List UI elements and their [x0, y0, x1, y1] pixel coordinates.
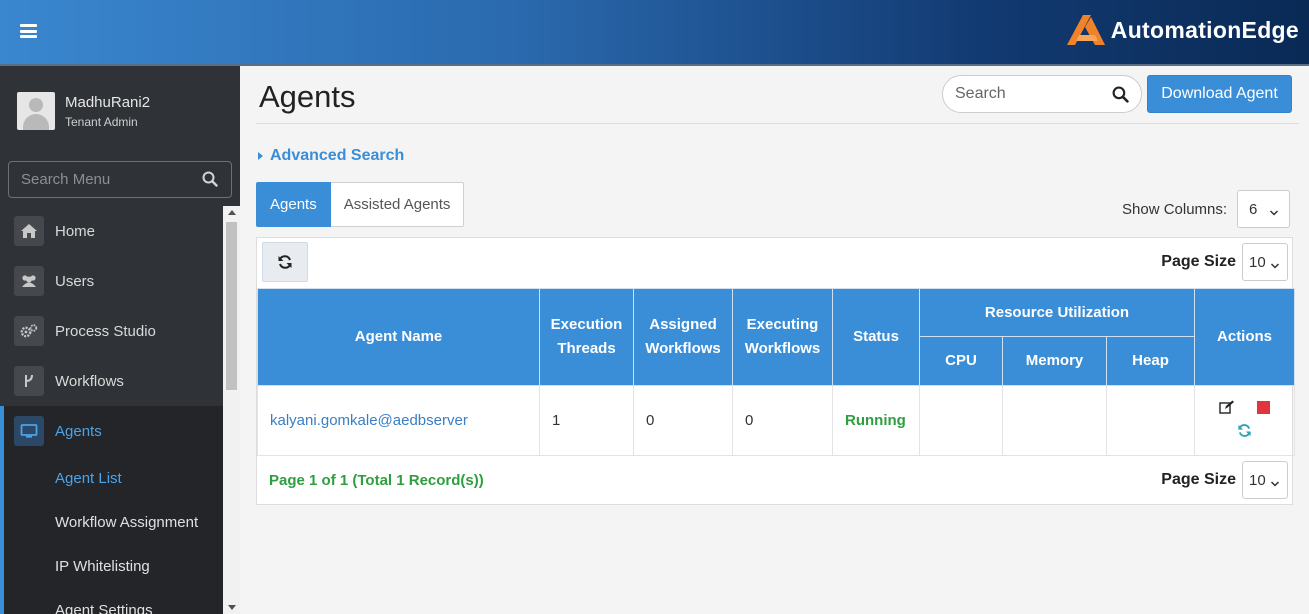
home-icon — [14, 216, 44, 246]
status-badge: Running — [832, 385, 920, 456]
sidebar-item-home[interactable]: Home — [0, 206, 223, 256]
cell-memory — [1002, 385, 1107, 456]
advanced-search-label: Advanced Search — [270, 147, 405, 164]
col-header-status[interactable]: Status — [832, 288, 920, 386]
col-header-executing-workflows[interactable]: Executing Workflows — [732, 288, 833, 386]
sidebar-item-users[interactable]: Users — [0, 256, 223, 306]
col-header-resource-utilization: Resource Utilization — [918, 288, 1196, 337]
brand-name: AutomationEdge — [1110, 16, 1299, 43]
caret-right-icon — [258, 152, 263, 160]
agents-table-panel: Page Size 10 Agent Name Execution Thread… — [256, 237, 1296, 505]
sidebar-item-label: Users — [55, 272, 95, 290]
page-size-label: Page Size — [1161, 253, 1236, 270]
page-size-select[interactable]: 10 — [1242, 461, 1288, 499]
col-header-agent-name[interactable]: Agent Name — [257, 288, 540, 386]
scroll-up-arrow-icon[interactable] — [228, 210, 236, 215]
agent-search — [942, 75, 1142, 113]
page-size-select[interactable]: 10 — [1242, 243, 1288, 281]
stop-icon[interactable] — [1257, 400, 1271, 418]
agent-tabs: Agents Assisted Agents — [256, 182, 465, 227]
menu-search — [8, 161, 232, 198]
user-role: Tenant Admin — [65, 114, 138, 129]
menu-search-input[interactable] — [9, 171, 194, 188]
sidebar-menu: Home Users Process Studio Workflows Agen… — [0, 206, 223, 614]
page-title: Agents — [259, 79, 356, 114]
tab-assisted-agents[interactable]: Assisted Agents — [330, 182, 465, 227]
edit-icon[interactable] — [1219, 400, 1235, 419]
show-columns-label: Show Columns: — [1122, 200, 1228, 218]
page-size-bottom: Page Size 10 — [1161, 461, 1288, 499]
submenu-item-ip-whitelisting[interactable]: IP Whitelisting — [4, 544, 223, 588]
user-panel: MadhuRani2 Tenant Admin — [17, 92, 150, 130]
cell-heap — [1105, 385, 1196, 456]
gears-icon — [14, 316, 44, 346]
cell-executing-workflows: 0 — [732, 385, 833, 456]
cell-execution-threads: 1 — [539, 385, 634, 456]
agent-name-link[interactable]: kalyani.gomkale@aedbserver — [257, 385, 540, 456]
title-divider — [256, 123, 1299, 124]
sidebar: MadhuRani2 Tenant Admin Home Users Proce… — [0, 66, 240, 614]
page-size-label: Page Size — [1161, 471, 1236, 488]
search-icon[interactable] — [1112, 86, 1129, 108]
submenu-item-workflow-assignment[interactable]: Workflow Assignment — [4, 500, 223, 544]
chevron-down-icon — [1269, 204, 1279, 221]
scrollbar-thumb[interactable] — [226, 222, 237, 390]
download-agent-button[interactable]: Download Agent — [1147, 75, 1292, 113]
show-columns-select[interactable]: 6 — [1237, 190, 1291, 228]
search-icon[interactable] — [202, 171, 218, 192]
col-header-execution-threads[interactable]: Execution Threads — [539, 288, 634, 386]
cell-actions — [1194, 385, 1296, 456]
monitor-icon — [14, 416, 44, 446]
sidebar-item-label: Home — [55, 222, 96, 240]
agents-table: Agent Name Execution Threads Assigned Wo… — [257, 288, 1296, 456]
refresh-icon — [278, 255, 292, 269]
automationedge-logo-icon — [1066, 15, 1105, 45]
submenu-item-agent-settings[interactable]: Agent Settings — [4, 588, 223, 614]
sidebar-item-label: Agents — [55, 422, 102, 440]
hamburger-menu-icon[interactable] — [20, 24, 37, 38]
tab-agents[interactable]: Agents — [256, 182, 331, 227]
users-icon — [14, 266, 44, 296]
refresh-icon[interactable] — [1237, 423, 1252, 442]
scroll-down-arrow-icon[interactable] — [228, 605, 236, 610]
workflow-icon — [14, 366, 44, 396]
sidebar-item-label: Workflows — [55, 372, 124, 390]
search-input[interactable] — [943, 85, 1103, 103]
table-row: kalyani.gomkale@aedbserver 1 0 0 Running — [257, 385, 1296, 456]
page-size-value: 10 — [1249, 471, 1266, 489]
cell-cpu — [919, 385, 1003, 456]
col-header-actions: Actions — [1194, 288, 1296, 386]
chevron-down-icon — [1270, 475, 1280, 492]
sidebar-scrollbar[interactable] — [223, 206, 240, 614]
avatar — [17, 92, 55, 130]
top-header: AutomationEdge — [0, 0, 1309, 66]
show-columns: Show Columns: 6 — [1122, 190, 1291, 228]
sidebar-item-process-studio[interactable]: Process Studio — [0, 306, 223, 356]
advanced-search-toggle[interactable]: Advanced Search — [258, 147, 404, 165]
main-content: Agents Download Agent Advanced Search Ag… — [240, 66, 1309, 614]
cell-assigned-workflows: 0 — [633, 385, 733, 456]
col-header-cpu[interactable]: CPU — [919, 336, 1003, 386]
sidebar-item-agents[interactable]: Agents — [0, 406, 223, 456]
sidebar-item-label: Process Studio — [55, 322, 156, 340]
sidebar-item-workflows[interactable]: Workflows — [0, 356, 223, 406]
show-columns-value: 6 — [1249, 200, 1258, 218]
col-header-memory[interactable]: Memory — [1002, 336, 1107, 386]
col-header-heap[interactable]: Heap — [1105, 336, 1196, 386]
brand-logo[interactable]: AutomationEdge — [1065, 12, 1299, 48]
page-size-value: 10 — [1249, 253, 1266, 271]
pagination-info: Page 1 of 1 (Total 1 Record(s)) — [269, 472, 484, 489]
submenu-item-agent-list[interactable]: Agent List — [4, 456, 223, 500]
refresh-button[interactable] — [262, 242, 308, 282]
agents-submenu: Agent List Workflow Assignment IP Whitel… — [0, 456, 223, 614]
chevron-down-icon — [1270, 257, 1280, 274]
col-header-assigned-workflows[interactable]: Assigned Workflows — [633, 288, 733, 386]
page-size-top: Page Size 10 — [1161, 243, 1288, 281]
user-name: MadhuRani2 — [65, 93, 151, 111]
